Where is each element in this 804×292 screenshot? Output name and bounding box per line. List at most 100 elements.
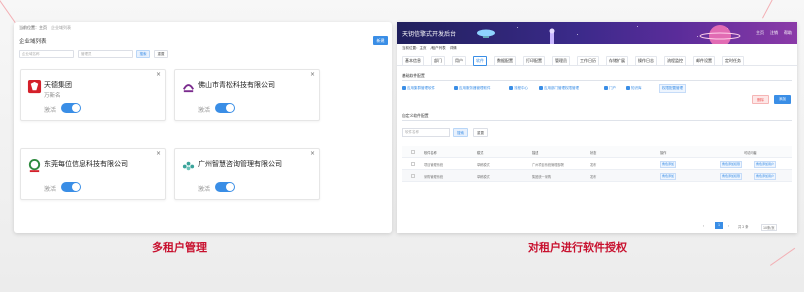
checkbox-label: 流程中心 xyxy=(514,86,528,90)
add-button[interactable]: 添加 xyxy=(774,95,791,104)
close-icon[interactable]: × xyxy=(310,150,315,157)
tab-storage[interactable]: 存储扩展 xyxy=(606,56,628,66)
checkbox-label: 知识库 xyxy=(631,86,642,90)
search-button[interactable]: 搜索 xyxy=(136,50,150,58)
close-icon[interactable]: × xyxy=(310,71,315,78)
tenant-name: 佛山市青松科技有限公司 xyxy=(198,81,275,89)
star-decoration xyxy=(517,27,518,28)
active-toggle[interactable] xyxy=(215,182,235,192)
tab-department[interactable]: 部门 xyxy=(431,56,445,66)
cell-mode: 草稿模式 xyxy=(477,175,490,179)
cell-name: 采购管理系统 xyxy=(424,175,444,179)
next-page-icon[interactable]: › xyxy=(728,224,729,228)
checkbox-department[interactable]: 应用部门管理权限管理 xyxy=(539,86,579,91)
checkbox-server[interactable]: 应用服务器管理软件 xyxy=(454,86,491,91)
checkbox-icon xyxy=(402,86,406,90)
column-header: 模式 xyxy=(477,151,484,155)
breadcrumb: 当前位置：主页/租户列表 详情 xyxy=(402,46,457,51)
checkbox-icon xyxy=(454,86,458,90)
checkbox-icon xyxy=(626,86,630,90)
page-number[interactable]: 1 xyxy=(715,222,723,229)
tab-print-config[interactable]: 打印配置 xyxy=(523,56,545,66)
caption-left: 多租户管理 xyxy=(152,241,207,254)
status-label: 激活 xyxy=(198,186,211,193)
close-icon[interactable]: × xyxy=(156,150,161,157)
checkbox-label: 应用服务器管理软件 xyxy=(459,86,491,90)
prev-page-icon[interactable]: ‹ xyxy=(703,224,704,228)
add-role-link[interactable]: 角色添加 xyxy=(660,161,677,168)
tower-icon xyxy=(549,28,555,44)
delete-button[interactable]: 删除 xyxy=(752,95,769,104)
breadcrumb-item[interactable]: 当前位置：主页 xyxy=(19,25,47,30)
decorative-line xyxy=(770,247,796,266)
cell-mode: 草稿模式 xyxy=(477,163,490,167)
breadcrumb-item[interactable]: 当前位置：主页 xyxy=(402,46,427,50)
close-icon[interactable]: × xyxy=(156,71,161,78)
checkbox-portal[interactable]: 门户 xyxy=(604,86,616,91)
home-link[interactable]: 主页 xyxy=(756,30,764,36)
add-role-user-link[interactable]: 角色添加用户 xyxy=(754,161,777,168)
star-decoration xyxy=(637,26,638,27)
tenant-card[interactable]: × 广州智慧咨询管理有限公司 激活 xyxy=(174,148,320,200)
tab-mail-settings[interactable]: 邮件设置 xyxy=(693,56,715,66)
tab-bar: 基本信息 部门 用户 软件 数据配置 打印配置 管理员 工作日历 存储扩展 操作… xyxy=(397,54,797,66)
tenant-card[interactable]: × 东莞每位信息科技有限公司 激活 xyxy=(20,148,166,200)
row-checkbox[interactable] xyxy=(411,162,415,166)
column-header: 状态 xyxy=(590,151,597,155)
add-role-permission-link[interactable]: 角色添加权限 xyxy=(720,161,743,168)
reset-button[interactable]: 重置 xyxy=(154,50,168,58)
active-toggle[interactable] xyxy=(61,182,81,192)
admin-input[interactable]: 管理员 xyxy=(78,50,133,58)
new-tenant-button[interactable]: 新建 xyxy=(373,36,388,45)
cell-desc: 广州项目系统管理部署 xyxy=(532,163,564,167)
add-role-link[interactable]: 角色添加 xyxy=(660,173,677,180)
breadcrumb-item[interactable]: /租户列表 xyxy=(431,46,446,50)
cell-status: 发布 xyxy=(590,175,597,179)
search-button[interactable]: 搜索 xyxy=(453,128,468,137)
software-search-input[interactable]: 软件名称 xyxy=(402,128,450,137)
tab-software[interactable]: 软件 xyxy=(473,56,487,66)
tenant-logo-icon xyxy=(28,158,41,173)
star-decoration xyxy=(577,34,578,35)
tab-work-calendar[interactable]: 工作日历 xyxy=(577,56,599,66)
permission-config-button[interactable]: 权限配置管理 xyxy=(659,84,686,93)
tab-basic-info[interactable]: 基本信息 xyxy=(402,56,424,66)
table-row: 项目管理系统 草稿模式 广州项目系统管理部署 发布 角色添加 角色添加权限 角色… xyxy=(402,158,792,170)
divider xyxy=(402,80,792,81)
reset-button[interactable]: 重置 xyxy=(473,128,488,137)
tab-scheduled-tasks[interactable]: 定时任务 xyxy=(722,56,744,66)
add-role-user-link[interactable]: 角色添加用户 xyxy=(754,173,777,180)
checkbox-cluster[interactable]: 应用集群管理软件 xyxy=(402,86,435,91)
tenant-name: 广州智慧咨询管理有限公司 xyxy=(198,160,282,168)
software-authorization-panel: 天钥信擎式开发后台 主页 注销 帮助 当前位置：主页/租户列表 详情 基本信息 部… xyxy=(397,22,797,233)
tenant-name-input[interactable]: 企业域名称 xyxy=(19,50,74,58)
tenant-management-panel: 当前位置：主页 企业域列表 企业域列表 新建 企业域名称 管理员 搜索 重置 × … xyxy=(14,22,392,233)
tenant-card[interactable]: × 天德集团 万新名 激活 xyxy=(20,69,166,121)
logout-link[interactable]: 注销 xyxy=(770,30,778,36)
section-title: 自定义软件配置 xyxy=(402,113,429,118)
decorative-line xyxy=(0,0,17,24)
tab-users[interactable]: 用户 xyxy=(452,56,466,66)
tenant-card[interactable]: × 佛山市青松科技有限公司 激活 xyxy=(174,69,320,121)
checkbox-process[interactable]: 流程中心 xyxy=(509,86,528,91)
select-all-checkbox[interactable] xyxy=(411,150,415,154)
page-size-select[interactable]: 10条/页 xyxy=(761,224,777,231)
checkbox-knowledge[interactable]: 知识库 xyxy=(626,86,642,91)
tab-process-monitor[interactable]: 流程监控 xyxy=(664,56,686,66)
cell-desc: 集团统一采购 xyxy=(532,175,552,179)
help-link[interactable]: 帮助 xyxy=(784,30,792,36)
tenant-name: 东莞每位信息科技有限公司 xyxy=(44,160,128,168)
column-header: 操作 xyxy=(660,151,667,155)
tab-operation-log[interactable]: 操作日志 xyxy=(635,56,657,66)
active-toggle[interactable] xyxy=(61,103,81,113)
active-toggle[interactable] xyxy=(215,103,235,113)
tab-admin[interactable]: 管理员 xyxy=(552,56,570,66)
add-role-permission-link[interactable]: 角色添加权限 xyxy=(720,173,743,180)
tab-data-config[interactable]: 数据配置 xyxy=(494,56,516,66)
cell-name: 项目管理系统 xyxy=(424,163,444,167)
checkbox-label: 门户 xyxy=(609,86,616,90)
row-checkbox[interactable] xyxy=(411,174,415,178)
checkbox-label: 应用集群管理软件 xyxy=(407,86,435,90)
breadcrumb: 当前位置：主页 企业域列表 xyxy=(19,25,71,31)
checkbox-icon xyxy=(539,86,543,90)
